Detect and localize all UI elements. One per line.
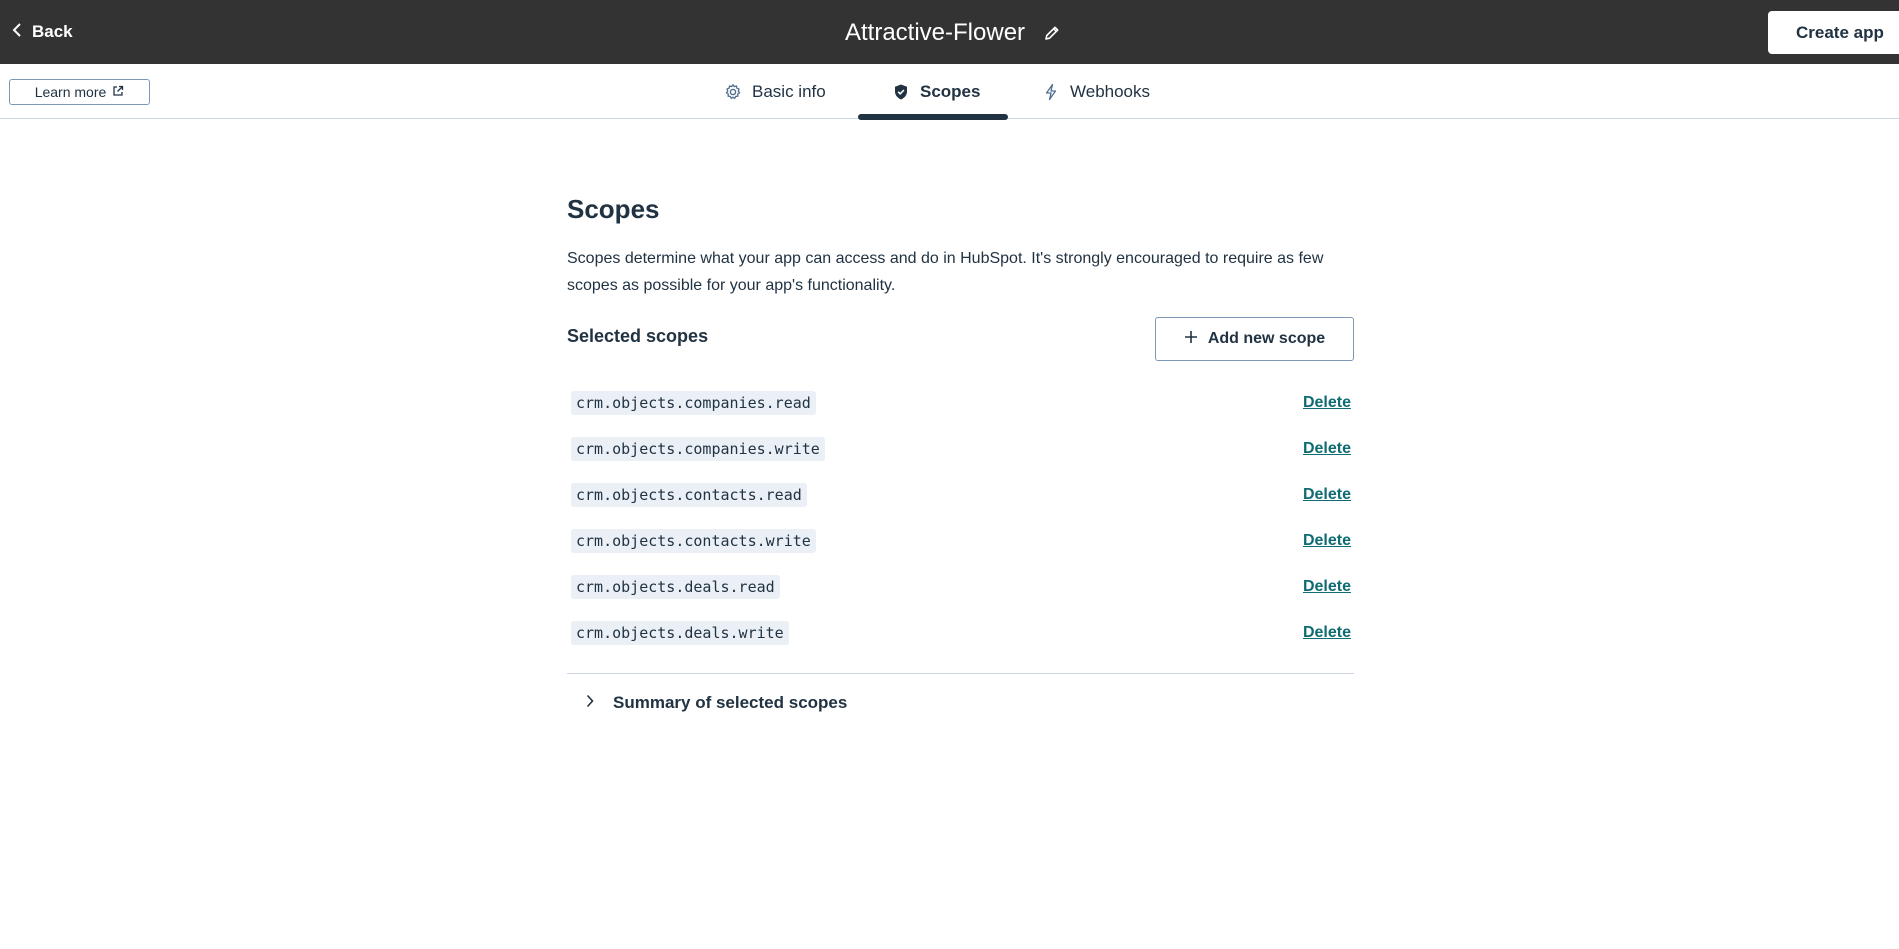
delete-scope-link[interactable]: Delete xyxy=(1303,486,1351,504)
chevron-left-icon xyxy=(12,22,24,42)
app-name: Attractive-Flower xyxy=(845,19,1026,46)
scope-name: crm.objects.contacts.read xyxy=(571,483,807,507)
scope-name: crm.objects.contacts.write xyxy=(571,529,816,553)
delete-scope-link[interactable]: Delete xyxy=(1303,624,1351,642)
scope-list: crm.objects.companies.read Delete crm.ob… xyxy=(567,388,1354,664)
gear-icon xyxy=(724,83,742,101)
delete-scope-link[interactable]: Delete xyxy=(1303,440,1351,458)
add-scope-label: Add new scope xyxy=(1207,330,1326,347)
delete-scope-link[interactable]: Delete xyxy=(1303,532,1351,550)
page-title: Scopes xyxy=(567,194,660,224)
create-app-button[interactable]: Create app xyxy=(1768,11,1899,54)
scope-name: crm.objects.deals.write xyxy=(571,621,789,645)
selected-scopes-heading: Selected scopes xyxy=(567,326,709,346)
page-description: Scopes determine what your app can acces… xyxy=(567,250,1324,294)
chevron-right-icon xyxy=(585,693,595,713)
plus-icon xyxy=(1184,330,1198,349)
scope-name: crm.objects.companies.read xyxy=(571,391,816,415)
scope-name: crm.objects.companies.write xyxy=(571,437,825,461)
tab-label: Basic info xyxy=(752,81,826,101)
scope-name: crm.objects.deals.read xyxy=(571,575,780,599)
back-button[interactable]: Back xyxy=(12,18,73,46)
delete-scope-link[interactable]: Delete xyxy=(1303,578,1351,596)
active-tab-indicator xyxy=(858,114,1008,120)
scope-row: crm.objects.companies.write Delete xyxy=(567,434,1354,480)
scope-row: crm.objects.deals.write Delete xyxy=(567,618,1354,664)
pencil-icon[interactable] xyxy=(1043,24,1061,42)
scope-row: crm.objects.deals.read Delete xyxy=(567,572,1354,618)
top-bar: Back Attractive-Flower Create app xyxy=(0,0,1899,64)
learn-more-label: Learn more xyxy=(34,84,107,100)
divider xyxy=(567,673,1354,674)
tab-basic-info[interactable]: Basic info xyxy=(724,64,826,119)
tab-label: Webhooks xyxy=(1070,81,1151,101)
shield-check-icon xyxy=(892,83,910,101)
lightning-icon xyxy=(1042,83,1060,101)
tab-scopes[interactable]: Scopes xyxy=(892,64,980,119)
delete-scope-link[interactable]: Delete xyxy=(1303,394,1351,412)
summary-label: Summary of selected scopes xyxy=(613,693,848,712)
add-new-scope-button[interactable]: Add new scope xyxy=(1155,317,1354,361)
scope-row: crm.objects.companies.read Delete xyxy=(567,388,1354,434)
tab-label: Scopes xyxy=(920,81,981,101)
scope-row: crm.objects.contacts.read Delete xyxy=(567,480,1354,526)
app-title: Attractive-Flower xyxy=(845,16,1061,50)
learn-more-button[interactable]: Learn more xyxy=(9,79,150,105)
back-label: Back xyxy=(32,22,73,41)
tab-bar: Learn more Basic info Scopes Webhooks xyxy=(0,64,1899,120)
external-link-icon xyxy=(112,84,124,100)
summary-toggle[interactable]: Summary of selected scopes xyxy=(585,693,847,713)
tab-webhooks[interactable]: Webhooks xyxy=(1042,64,1150,119)
scope-row: crm.objects.contacts.write Delete xyxy=(567,526,1354,572)
